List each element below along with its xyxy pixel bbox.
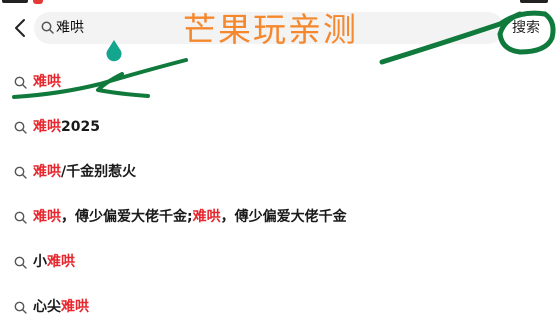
status-bar <box>0 0 558 6</box>
notification-icon <box>33 0 43 4</box>
suggestion-fragment: 2025 <box>61 119 100 135</box>
suggestion-item[interactable]: 心尖难哄 <box>0 285 558 318</box>
suggestion-fragment: ，傅少偏爱大佬千金; <box>61 209 193 225</box>
status-time-fragment <box>2 0 28 3</box>
chevron-left-icon <box>15 19 25 37</box>
suggestion-item[interactable]: 难哄 <box>0 60 558 104</box>
search-icon <box>14 211 27 224</box>
suggestion-highlight: 难哄 <box>192 209 221 225</box>
suggestion-item[interactable]: 难哄2025 <box>0 105 558 149</box>
suggestion-highlight: 难哄 <box>47 254 75 270</box>
suggestion-text: 难哄，傅少偏爱大佬千金;难哄，傅少偏爱大佬千金 <box>33 207 347 227</box>
suggestion-item[interactable]: 小难哄 <box>0 240 558 284</box>
suggestion-text: 心尖难哄 <box>33 297 89 317</box>
search-button[interactable]: 搜索 <box>512 17 540 39</box>
suggestion-fragment: ，傅少偏爱大佬千金 <box>220 209 347 225</box>
search-icon <box>14 121 27 134</box>
search-icon <box>14 256 27 269</box>
suggestion-highlight: 难哄 <box>61 299 89 315</box>
suggestion-highlight: 难哄 <box>33 119 61 135</box>
back-button[interactable] <box>10 14 30 42</box>
suggestion-text: 难哄/千金别惹火 <box>33 162 136 182</box>
status-indicators-fragment <box>520 0 548 3</box>
suggestion-fragment: 小 <box>33 254 47 270</box>
search-icon <box>14 76 27 89</box>
suggestion-text: 难哄 <box>33 72 61 92</box>
suggestion-item[interactable]: 难哄，傅少偏爱大佬千金;难哄，傅少偏爱大佬千金 <box>0 195 558 239</box>
suggestion-item[interactable]: 难哄/千金别惹火 <box>0 150 558 194</box>
text-cursor-handle-icon[interactable] <box>105 40 123 62</box>
search-icon <box>14 301 27 314</box>
suggestion-highlight: 难哄 <box>33 164 61 180</box>
watermark-text: 芒果玩亲测 <box>183 10 358 49</box>
search-icon <box>14 166 27 179</box>
suggestion-text: 小难哄 <box>33 252 75 272</box>
search-icon <box>41 21 54 34</box>
suggestion-highlight: 难哄 <box>33 209 61 225</box>
suggestion-fragment: 心尖 <box>33 299 61 315</box>
suggestion-fragment: /千金别惹火 <box>61 164 137 180</box>
search-query-text: 难哄 <box>56 20 84 36</box>
suggestion-text: 难哄2025 <box>33 117 100 137</box>
suggestion-highlight: 难哄 <box>33 74 61 90</box>
